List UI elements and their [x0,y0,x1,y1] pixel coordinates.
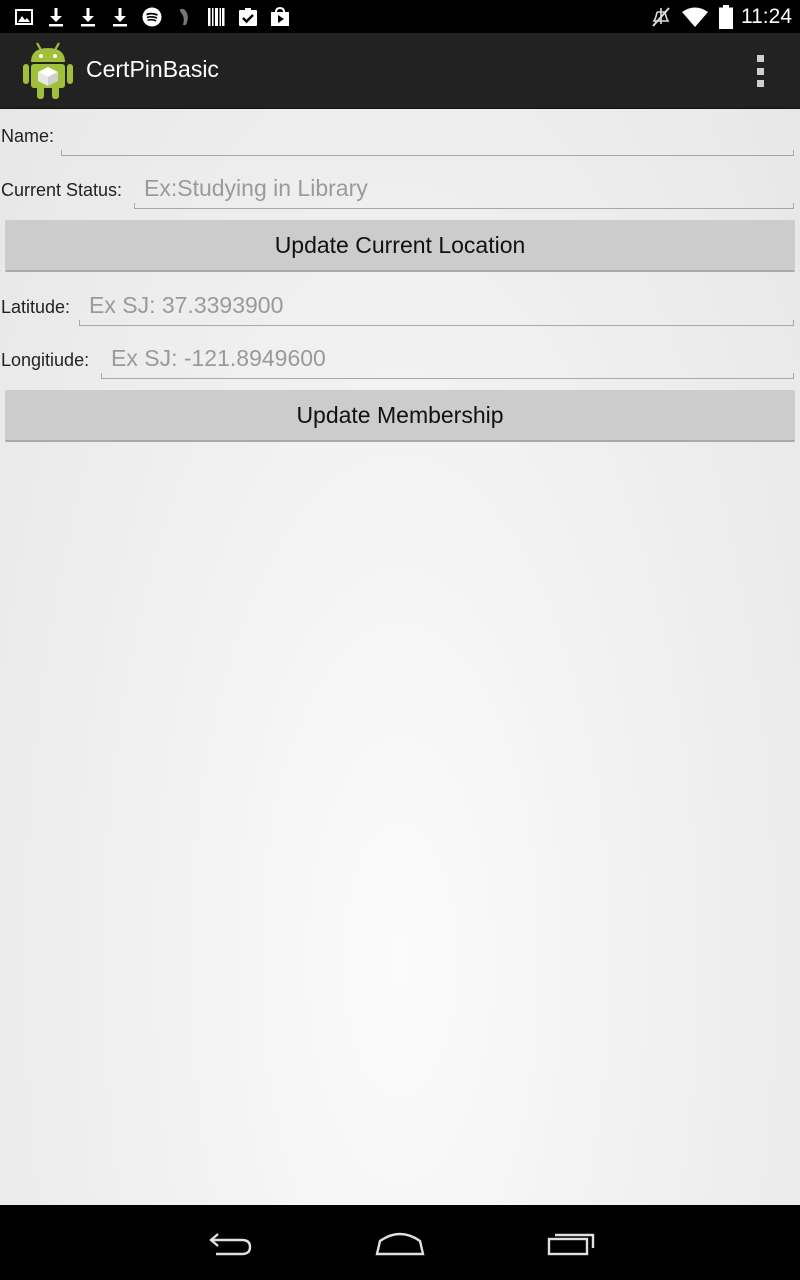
latitude-underline [79,320,794,326]
menu-dot [756,55,764,62]
app-title: CertPinBasic [86,56,219,82]
android-icon[interactable] [22,40,74,100]
latitude-label: Latitude: [1,297,71,317]
notification-icons [12,4,300,29]
download-icon [76,4,100,29]
longitude-input[interactable] [101,338,794,378]
longitude-underline [101,373,794,379]
overflow-menu-icon[interactable] [748,53,772,89]
latitude-row: Latitude: [0,284,800,330]
status-bar: 11:24 [0,0,800,33]
status-row: Current Status: [0,167,800,213]
status-label: Current Status: [1,180,123,200]
longitude-row: Longitiude: [0,337,800,383]
back-icon[interactable] [200,1223,260,1263]
wifi-icon [681,5,709,29]
navigation-bar [0,1205,800,1280]
latitude-input[interactable] [79,285,794,325]
menu-dot [756,80,764,87]
app-screen: 11:24 CertPinBasic Name: Current Status:… [0,0,800,1280]
name-underline [61,150,794,156]
update-location-button[interactable]: Update Current Location [5,220,795,272]
download-icon [44,4,68,29]
recents-icon[interactable] [541,1223,601,1263]
longitude-label: Longitiude: [1,350,90,370]
name-label: Name: [1,126,55,146]
download-icon [108,4,132,29]
gallery-icon [12,4,36,29]
fitness-icon [172,4,196,29]
update-membership-button[interactable]: Update Membership [5,390,795,442]
status-underline [134,203,794,209]
clock: 11:24 [741,4,792,28]
battery-icon [719,4,733,29]
mute-icon [651,5,671,29]
action-bar: CertPinBasic [0,33,800,109]
play-store-icon [268,4,292,29]
status-input[interactable] [134,168,794,208]
spotify-icon [140,4,164,29]
name-row: Name: [0,116,800,162]
clipboard-check-icon [236,4,260,29]
barcode-icon [204,4,228,29]
home-icon[interactable] [370,1223,430,1263]
system-status: 11:24 [641,3,792,30]
menu-dot [756,67,764,75]
